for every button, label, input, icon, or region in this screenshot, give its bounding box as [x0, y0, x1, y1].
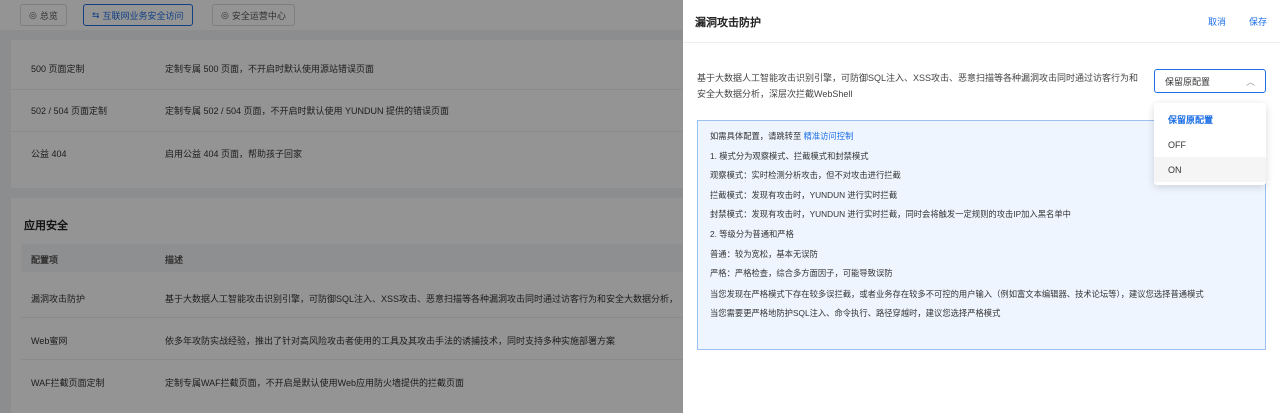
chevron-up-icon: ︿ [1245, 76, 1255, 87]
info-line: 拦截模式：发现有攻击时，YUNDUN 进行实时拦截 [710, 189, 898, 200]
feature-description: 基于大数据人工智能攻击识别引擎，可防御SQL注入、XSS攻击、恶意扫描等各种漏洞… [697, 73, 1139, 99]
modal-overlay[interactable] [0, 0, 683, 413]
info-line: 当您需要更严格地防护SQL注入、命令执行、路径穿越时，建议您选择严格模式 [710, 307, 1001, 318]
precise-access-control-link[interactable]: 精准访问控制 [804, 131, 854, 141]
header-divider [683, 42, 1280, 43]
info-line: 普通：较为宽松，基本无误防 [710, 248, 818, 259]
drawer-title: 漏洞攻击防护 [695, 17, 761, 29]
select-value: 保留原配置 [1165, 76, 1211, 87]
info-line: 封禁模式：发现有攻击时，YUNDUN 进行实时拦截，同时会将触发一定规则的攻击I… [710, 209, 1071, 220]
info-line: 当您发现在严格模式下存在较多误拦截，或者业务存在较多不可控的用户输入（例如富文本… [710, 288, 1204, 299]
mode-select[interactable]: 保留原配置 ︿ [1154, 69, 1266, 93]
cancel-button[interactable]: 取消 [1208, 15, 1226, 28]
info-line: 严格：严格检查，综合多方面因子，可能导致误防 [710, 268, 893, 279]
option-keep-original[interactable]: 保留原配置 [1154, 107, 1266, 132]
info-line: 2. 等级分为普通和严格 [710, 228, 794, 239]
option-on[interactable]: ON [1154, 157, 1266, 182]
mode-dropdown-menu: 保留原配置 OFF ON [1154, 103, 1266, 185]
save-button[interactable]: 保存 [1249, 15, 1267, 28]
config-drawer: 漏洞攻击防护 取消 保存 基于大数据人工智能攻击识别引擎，可防御SQL注入、XS… [683, 0, 1280, 413]
intro-text: 如需具体配置，请跳转至 [710, 131, 804, 141]
option-off[interactable]: OFF [1154, 132, 1266, 157]
